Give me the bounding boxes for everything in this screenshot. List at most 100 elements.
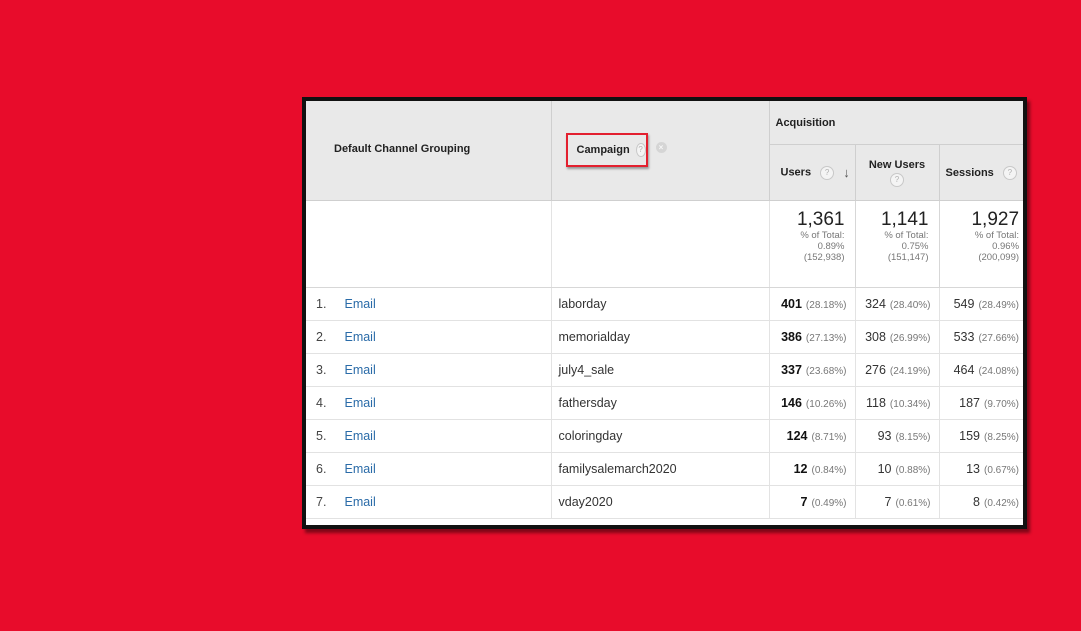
- remove-dimension-icon[interactable]: ×: [655, 142, 667, 153]
- sessions-cell: 533 (27.66%): [939, 320, 1023, 354]
- channel-link[interactable]: Email: [344, 495, 375, 509]
- campaign-cell[interactable]: familysalemarch2020: [551, 452, 770, 486]
- row-index: 4.: [316, 396, 327, 410]
- sessions-value: 464: [953, 363, 975, 377]
- sessions-cell: 464 (24.08%): [939, 353, 1023, 387]
- channel-link[interactable]: Email: [344, 462, 375, 476]
- sessions-pct: (0.42%): [984, 498, 1020, 509]
- sessions-pct: (28.49%): [978, 300, 1020, 311]
- users-value: 124: [786, 429, 808, 443]
- users-cell: 146 (10.26%): [769, 386, 856, 420]
- sessions-cell: 8 (0.42%): [939, 485, 1023, 519]
- table-row[interactable]: 7. Email vday2020 7 (0.49%) 7 (0.61%) 8 (0.…: [306, 485, 1023, 519]
- help-icon[interactable]: ?: [820, 165, 835, 180]
- sort-desc-icon[interactable]: ↓: [843, 165, 850, 180]
- users-value: 146: [781, 396, 802, 410]
- table-row[interactable]: 2. Email memorialday 386 (27.13%) 308 (26.…: [306, 320, 1023, 354]
- new-users-value: 10: [877, 462, 892, 476]
- channel-link[interactable]: Email: [344, 396, 375, 410]
- help-icon[interactable]: ?: [890, 172, 904, 187]
- campaign-cell[interactable]: laborday: [551, 287, 770, 321]
- new-users-value: 7: [884, 495, 892, 509]
- total-label: % of Total:: [884, 230, 929, 241]
- sessions-pct: (27.66%): [978, 333, 1020, 344]
- total-value: 1,361: [796, 209, 845, 230]
- help-icon[interactable]: ?: [635, 143, 646, 157]
- new-users-cell: 10 (0.88%): [855, 452, 940, 486]
- campaign-cell[interactable]: vday2020: [551, 485, 770, 519]
- new-users-cell: 324 (28.40%): [855, 287, 940, 321]
- sessions-pct: (24.08%): [978, 366, 1020, 377]
- campaign-cell[interactable]: fathersday: [551, 386, 770, 420]
- users-pct: (8.71%): [811, 432, 847, 443]
- total-overall: (151,147): [887, 252, 929, 263]
- new-users-pct: (10.34%): [889, 399, 931, 410]
- new-users-value: 308: [865, 330, 886, 344]
- users-value: 386: [781, 330, 802, 344]
- users-value: 337: [781, 363, 802, 377]
- new-users-value: 324: [865, 297, 886, 311]
- sessions-pct: (8.25%): [984, 432, 1020, 443]
- sessions-value: 549: [953, 297, 975, 311]
- new-users-cell: 93 (8.15%): [855, 419, 940, 453]
- channel-cell: 3. Email: [306, 353, 552, 387]
- header-group-acquisition: Acquisition: [769, 101, 1023, 145]
- new-users-value: 276: [865, 363, 886, 377]
- sessions-value: 533: [953, 330, 975, 344]
- users-pct: (0.84%): [811, 465, 847, 476]
- header-campaign[interactable]: Campaign ? ×: [551, 101, 770, 201]
- channel-link[interactable]: Email: [344, 363, 375, 377]
- row-index: 3.: [316, 363, 327, 377]
- campaign-cell[interactable]: coloringday: [551, 419, 770, 453]
- channel-cell: 1. Email: [306, 287, 552, 321]
- campaign-cell[interactable]: july4_sale: [551, 353, 770, 387]
- users-cell: 337 (23.68%): [769, 353, 856, 387]
- new-users-pct: (26.99%): [889, 333, 931, 344]
- users-value: 401: [781, 297, 802, 311]
- new-users-pct: (28.40%): [889, 300, 931, 311]
- channel-link[interactable]: Email: [344, 330, 375, 344]
- table-row[interactable]: 3. Email july4_sale 337 (23.68%) 276 (24.1…: [306, 353, 1023, 387]
- header-new-users[interactable]: New Users ?: [855, 144, 940, 201]
- header-default-channel-grouping[interactable]: Default Channel Grouping: [306, 101, 552, 201]
- header-sessions[interactable]: Sessions ?: [939, 144, 1023, 201]
- total-overall: (200,099): [978, 252, 1020, 263]
- table-row[interactable]: 6. Email familysalemarch2020 12 (0.84%) 1…: [306, 452, 1023, 486]
- report-table: Default Channel Grouping Campaign ? × Ac…: [306, 101, 1023, 519]
- sessions-value: 159: [959, 429, 980, 443]
- new-users-pct: (24.19%): [889, 366, 931, 377]
- total-label: % of Total:: [974, 230, 1020, 241]
- row-index: 5.: [316, 429, 327, 443]
- header-label: Campaign: [576, 144, 630, 156]
- header-users[interactable]: Users ? ↓: [769, 144, 856, 201]
- sessions-cell: 187 (9.70%): [939, 386, 1023, 420]
- users-pct: (23.68%): [805, 366, 847, 377]
- new-users-value: 93: [877, 429, 892, 443]
- users-value: 12: [793, 462, 808, 476]
- table-row[interactable]: 4. Email fathersday 146 (10.26%) 118 (10.3…: [306, 386, 1023, 420]
- campaign-highlight-box[interactable]: Campaign ?: [565, 133, 648, 167]
- channel-link[interactable]: Email: [344, 429, 375, 443]
- total-pct: 0.75%: [901, 241, 929, 252]
- analytics-report-card: Default Channel Grouping Campaign ? × Ac…: [302, 97, 1027, 529]
- users-pct: (0.49%): [811, 498, 847, 509]
- sessions-pct: (9.70%): [984, 399, 1020, 410]
- channel-cell: 5. Email: [306, 419, 552, 453]
- table-row[interactable]: 5. Email coloringday 124 (8.71%) 93 (8.15%…: [306, 419, 1023, 453]
- new-users-value: 118: [865, 396, 886, 410]
- table-row[interactable]: 1. Email laborday 401 (28.18%) 324 (28.40%…: [306, 287, 1023, 321]
- campaign-cell[interactable]: memorialday: [551, 320, 770, 354]
- help-icon[interactable]: ?: [1002, 165, 1017, 180]
- total-sessions: 1,927 % of Total: 0.96% (200,099): [939, 200, 1023, 288]
- channel-cell: 6. Email: [306, 452, 552, 486]
- total-label: % of Total:: [800, 230, 845, 241]
- sessions-cell: 13 (0.67%): [939, 452, 1023, 486]
- new-users-cell: 308 (26.99%): [855, 320, 940, 354]
- total-new-users: 1,141 % of Total: 0.75% (151,147): [855, 200, 940, 288]
- sessions-value: 187: [959, 396, 980, 410]
- users-cell: 401 (28.18%): [769, 287, 856, 321]
- header-label: New Users: [868, 158, 926, 171]
- channel-link[interactable]: Email: [344, 297, 375, 311]
- total-pct: 0.89%: [817, 241, 845, 252]
- total-pct: 0.96%: [992, 241, 1020, 252]
